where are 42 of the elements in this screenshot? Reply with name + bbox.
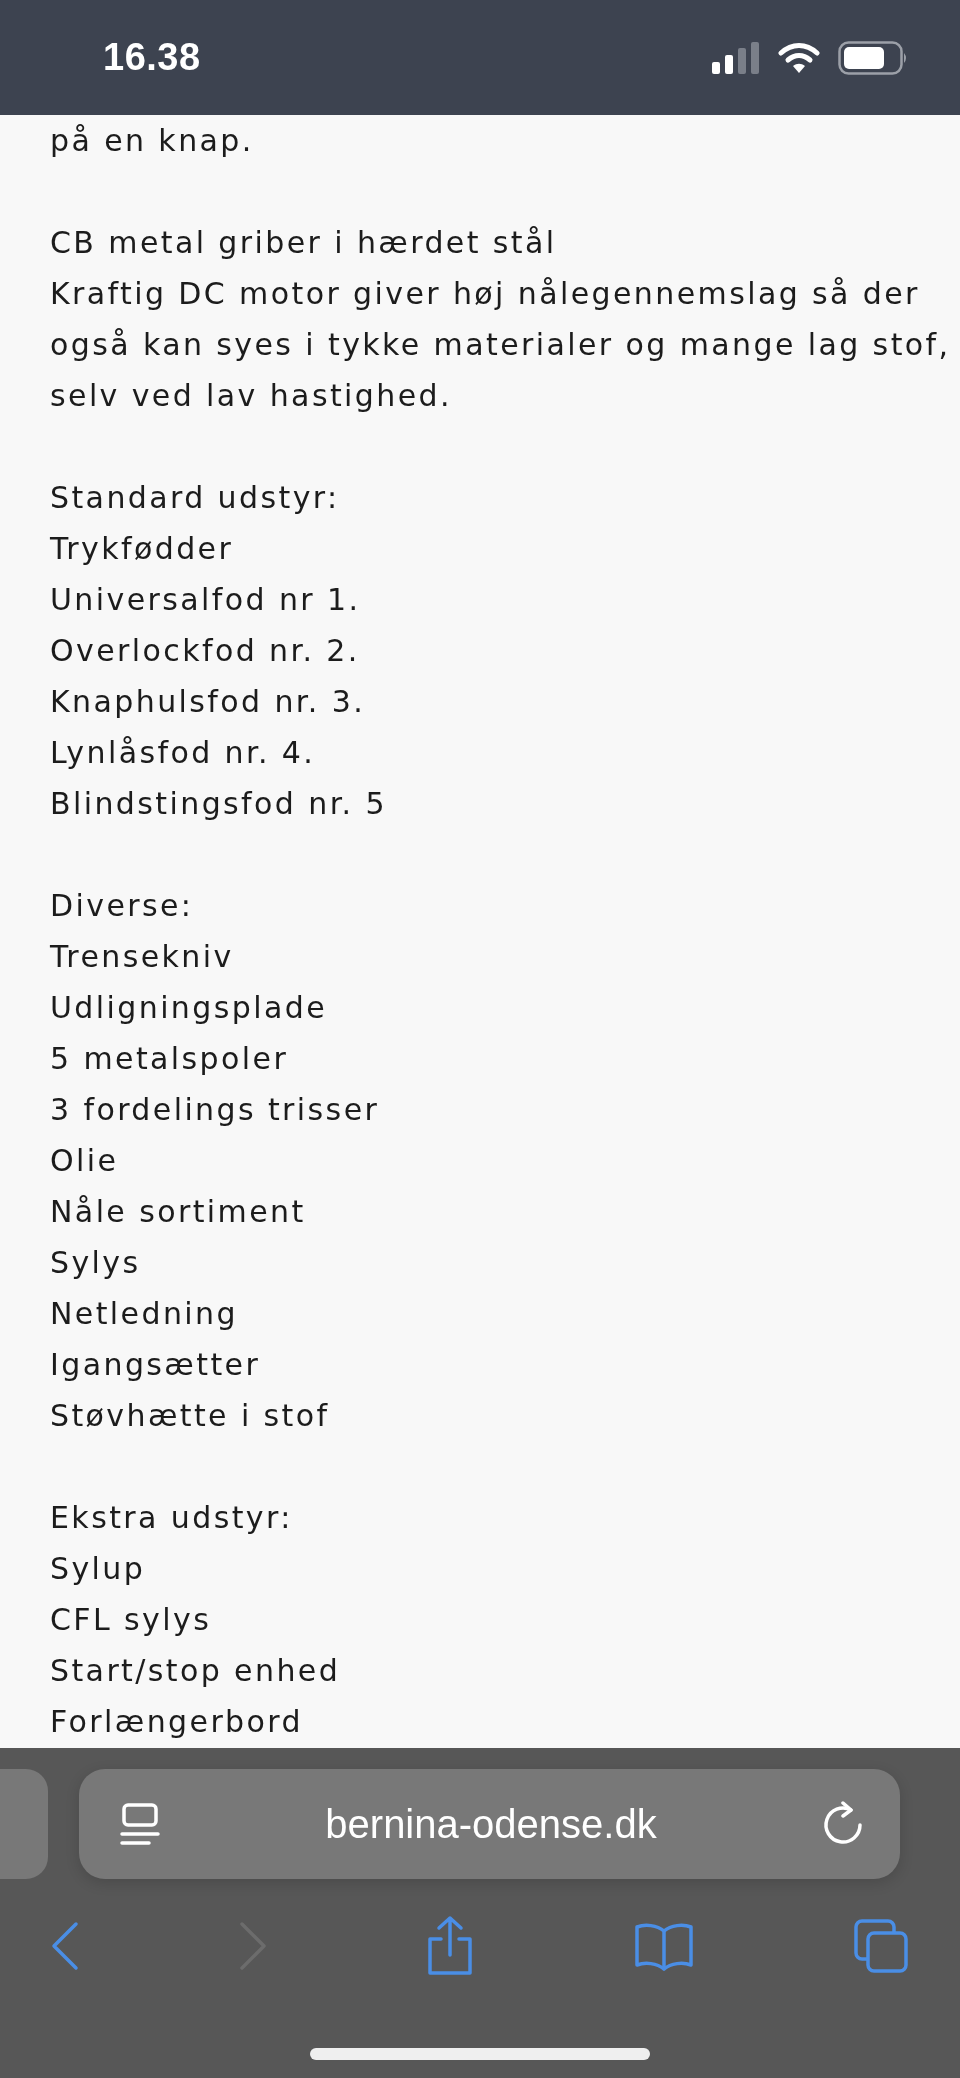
text-line: Blindstingsfod nr. 5	[50, 785, 388, 823]
url-text: bernina-odense.dk	[325, 1801, 657, 1847]
text-line: Netledning	[50, 1295, 239, 1333]
back-button[interactable]	[50, 1920, 80, 1972]
text-line: Trykfødder	[50, 530, 235, 568]
bookmarks-button[interactable]	[632, 1921, 695, 1971]
back-icon	[50, 1920, 80, 1972]
text-line: Igangsætter	[50, 1346, 262, 1384]
previous-tab-pill[interactable]	[0, 1769, 48, 1879]
text-line: Diverse:	[50, 887, 195, 925]
text-line: Støvhætte i stof	[50, 1397, 331, 1435]
text-line: på en knap.	[50, 122, 255, 160]
reader-icon[interactable]	[118, 1802, 161, 1846]
wifi-icon	[778, 41, 820, 74]
text-line: 3 fordelings trisser	[50, 1091, 381, 1129]
tabs-button[interactable]	[852, 1917, 910, 1975]
text-line: Kraftig DC motor giver høj nålegennemslag så der også kan syes i tykke materialer og mange lag stof, selv ved lav hastighed.	[50, 275, 952, 415]
text-line: Trensekniv	[50, 938, 235, 976]
address-bar[interactable]: bernina-odense.dk	[78, 1769, 900, 1879]
signal-icon	[712, 41, 760, 74]
battery-icon	[838, 40, 908, 75]
text-line: Sylys	[50, 1244, 142, 1282]
text-line: Sylup	[50, 1550, 147, 1588]
book-icon	[632, 1921, 695, 1971]
text-line: CB metal griber i hærdet stål	[50, 224, 558, 262]
text-line: Standard udstyr:	[50, 479, 341, 517]
text-line: Knaphulsfod nr. 3.	[50, 683, 367, 721]
share-icon	[425, 1915, 475, 1977]
text-line: CFL sylys	[50, 1601, 213, 1639]
text-line: Universalfod nr 1.	[50, 581, 362, 619]
text-line: Ekstra udstyr:	[50, 1499, 294, 1537]
tabs-icon	[852, 1917, 910, 1975]
text-line: Overlockfod nr. 2.	[50, 632, 361, 670]
text-line: 5 metalspoler	[50, 1040, 290, 1078]
text-line: Lynlåsfod nr. 4.	[50, 734, 317, 772]
text-line: Olie	[50, 1142, 120, 1180]
share-button[interactable]	[425, 1915, 475, 1977]
text-line: Forlængerbord	[50, 1703, 304, 1741]
status-time: 16.38	[103, 36, 201, 79]
text-line: Start/stop enhed	[50, 1652, 342, 1690]
text-line: Udligningsplade	[50, 989, 328, 1027]
text-line: Nåle sortiment	[50, 1193, 307, 1231]
